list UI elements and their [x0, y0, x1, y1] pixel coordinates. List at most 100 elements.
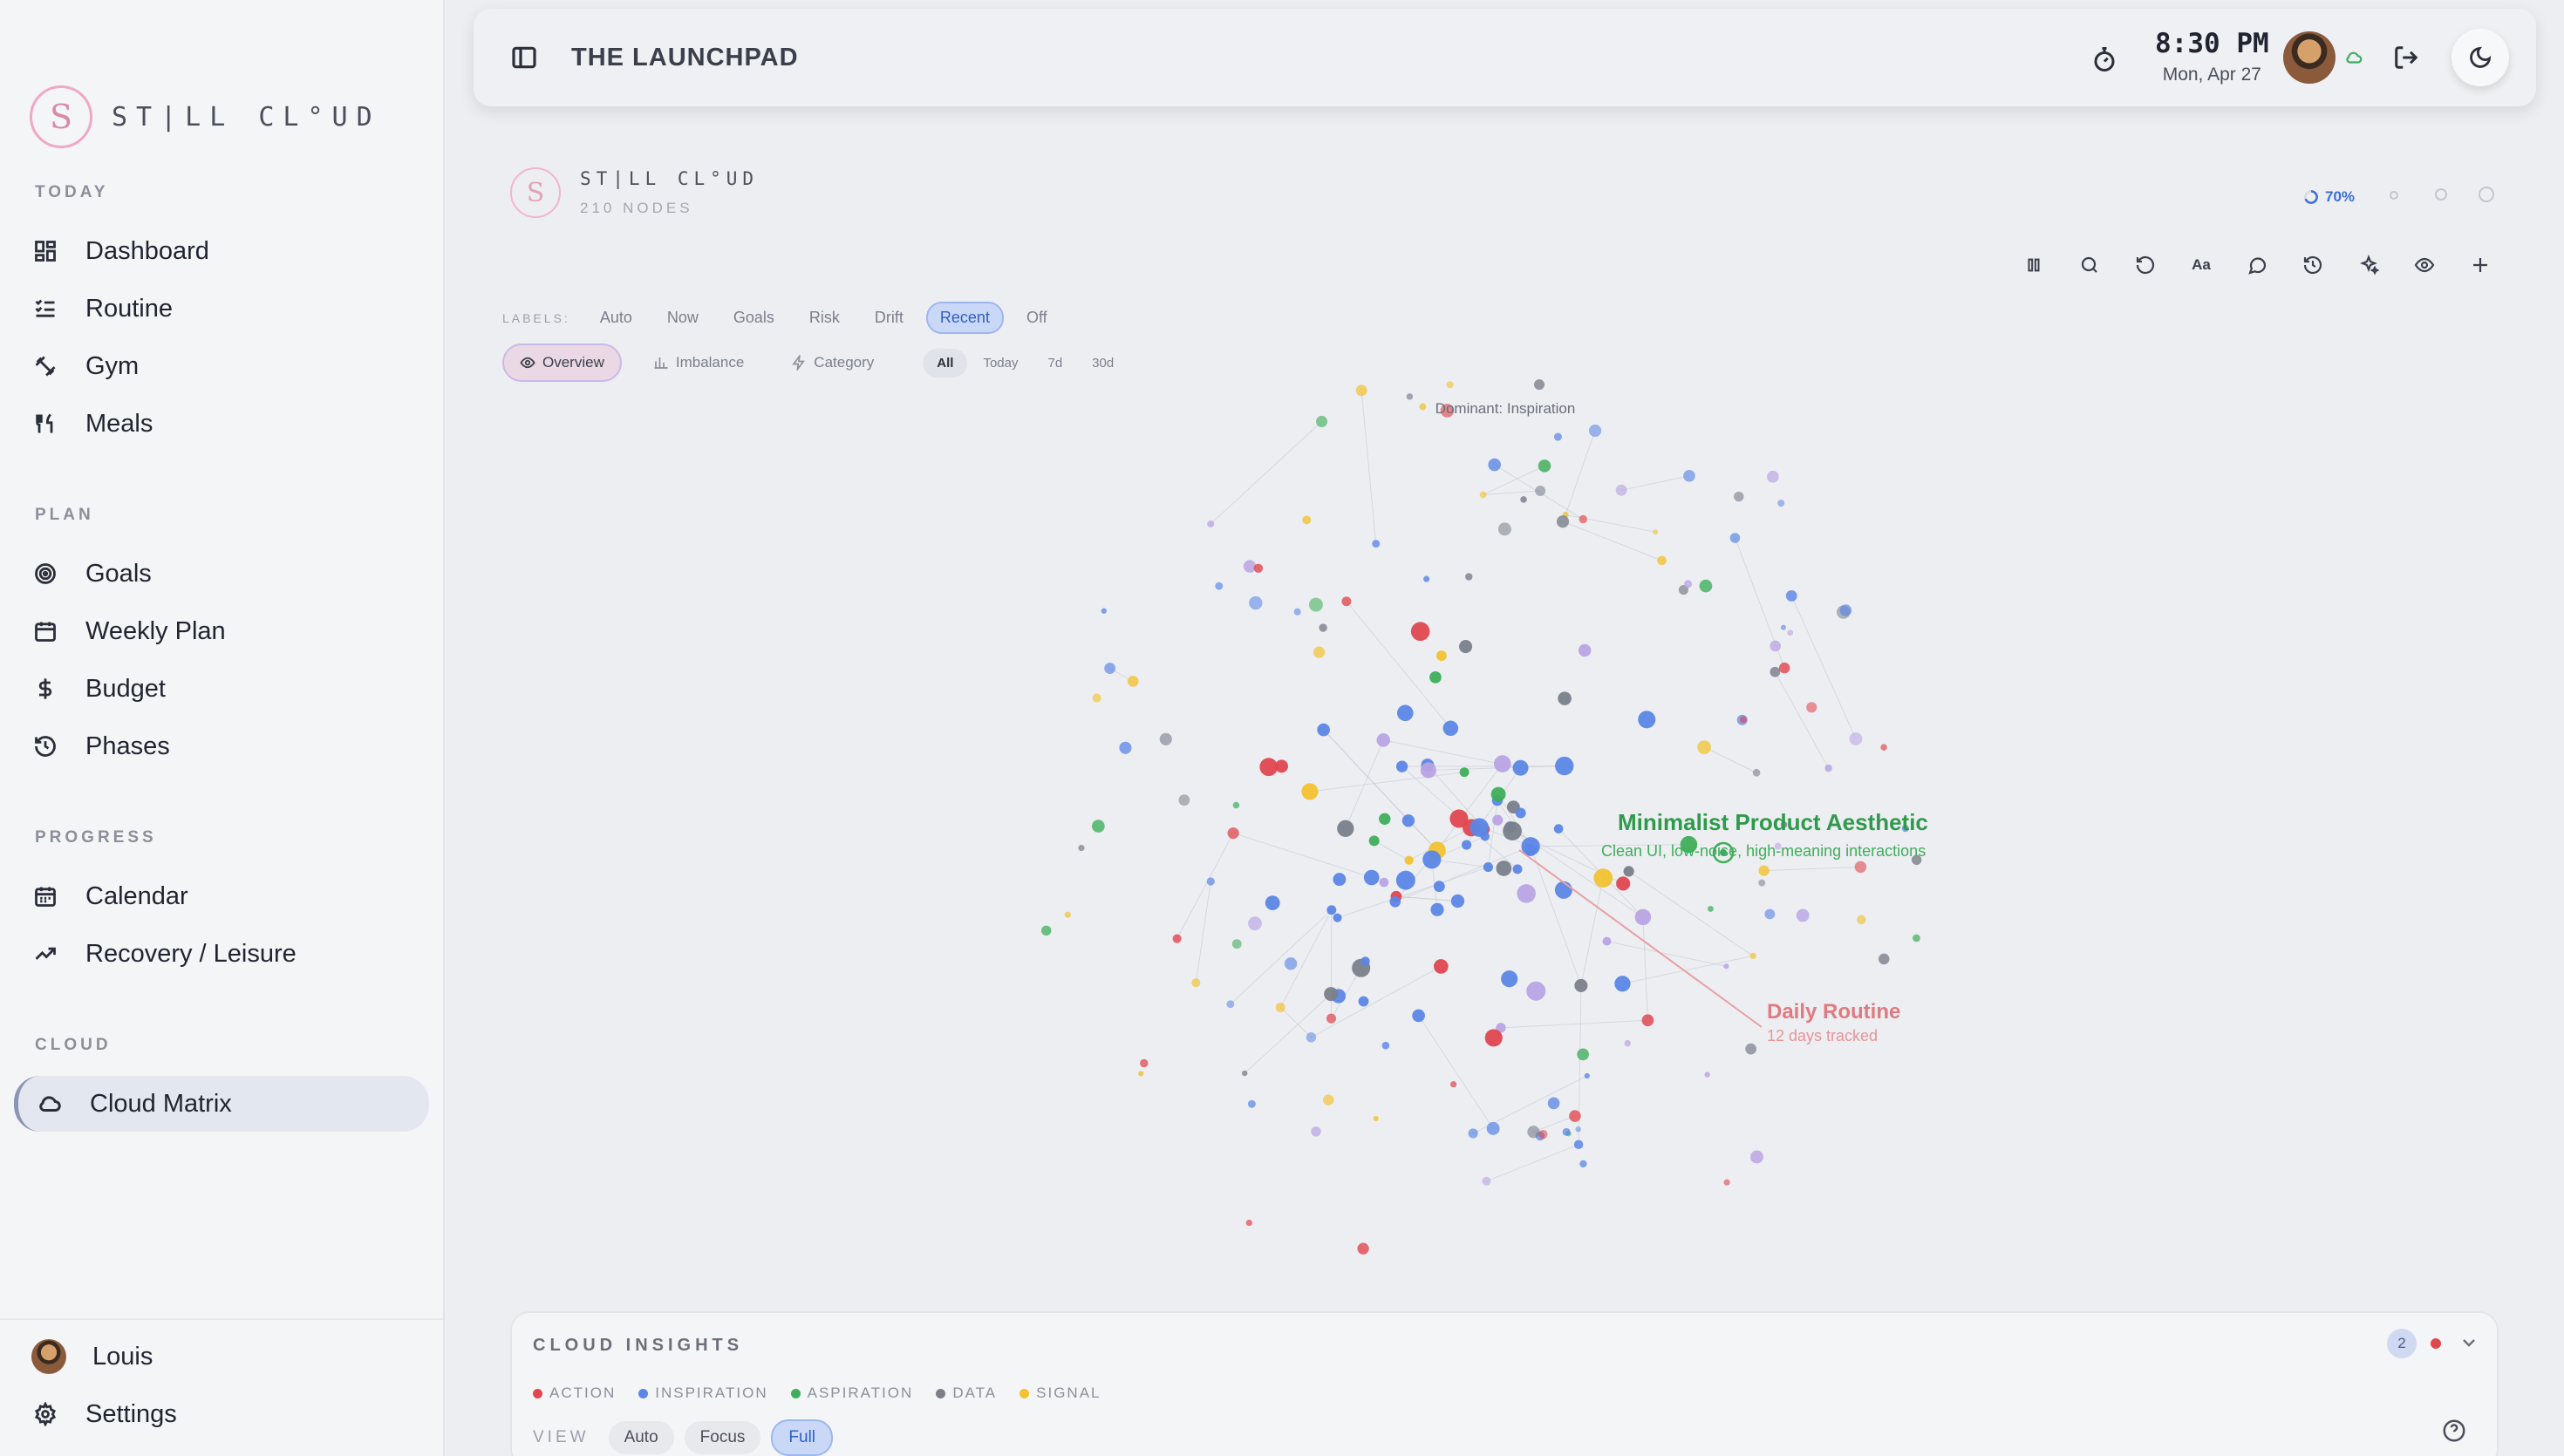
graph-node[interactable] — [1479, 491, 1487, 499]
graph-node[interactable] — [1401, 814, 1415, 827]
theme-toggle-button[interactable] — [2451, 29, 2509, 86]
graph-node[interactable] — [1880, 744, 1887, 752]
graph-node[interactable] — [1758, 865, 1770, 876]
graph-node[interactable] — [1517, 884, 1536, 903]
graph-node[interactable] — [1459, 640, 1473, 654]
graph-node[interactable] — [1249, 595, 1263, 610]
graph-node[interactable] — [1434, 959, 1449, 974]
graph-node[interactable] — [1172, 934, 1182, 943]
graph-node[interactable] — [1497, 522, 1511, 536]
graph-node[interactable] — [1839, 604, 1852, 616]
sidebar-item-settings[interactable]: Settings — [14, 1386, 429, 1442]
graph-node[interactable] — [1734, 491, 1744, 502]
graph-node[interactable] — [1764, 908, 1776, 920]
graph-node[interactable] — [1503, 821, 1522, 841]
graph-node[interactable] — [1232, 801, 1240, 809]
graph-node[interactable] — [1333, 913, 1342, 922]
graph-node[interactable] — [1558, 691, 1572, 705]
graph-node[interactable] — [1092, 820, 1105, 833]
sidebar-item-meals[interactable]: Meals — [14, 396, 429, 452]
graph-node[interactable] — [1284, 957, 1298, 970]
graph-node[interactable] — [1569, 1110, 1581, 1122]
sparkles-icon[interactable] — [2356, 253, 2381, 277]
graph-node[interactable] — [1326, 905, 1337, 915]
graph-node[interactable] — [1501, 970, 1518, 988]
sidebar-item-budget[interactable]: Budget — [14, 661, 429, 717]
graph-node[interactable] — [1770, 640, 1782, 652]
plus-icon[interactable] — [2468, 253, 2492, 277]
graph-node[interactable] — [1849, 732, 1863, 745]
graph-node[interactable] — [1324, 987, 1339, 1002]
graph-node[interactable] — [1373, 1115, 1379, 1121]
graph-node[interactable] — [1577, 1048, 1589, 1061]
graph-node[interactable] — [1857, 915, 1866, 925]
graph-node[interactable] — [1419, 403, 1427, 411]
graph-node[interactable] — [1341, 596, 1352, 607]
graph-node[interactable] — [1574, 978, 1588, 992]
graph-node[interactable] — [1207, 520, 1215, 527]
graph-node[interactable] — [1368, 835, 1380, 847]
graph-node[interactable] — [1824, 764, 1832, 772]
insights-view-full[interactable]: Full — [771, 1419, 834, 1456]
graph-node[interactable] — [1275, 1003, 1285, 1013]
graph-node[interactable] — [1301, 783, 1319, 800]
graph-node[interactable] — [1758, 879, 1766, 887]
graph-node[interactable] — [1406, 393, 1414, 400]
graph-node[interactable] — [1127, 676, 1139, 687]
sidebar-item-dashboard[interactable]: Dashboard — [14, 223, 429, 279]
graph-node[interactable] — [1064, 911, 1071, 918]
graph-node[interactable] — [1248, 916, 1262, 931]
graph-node[interactable] — [1449, 1081, 1457, 1088]
timer-icon[interactable] — [2089, 44, 2120, 75]
graph-node[interactable] — [1462, 840, 1472, 850]
graph-node[interactable] — [1243, 560, 1257, 573]
eye-icon[interactable] — [2412, 253, 2437, 277]
graph-node[interactable] — [1573, 1140, 1584, 1150]
graph-node[interactable] — [1624, 1039, 1632, 1047]
graph-node[interactable] — [1119, 741, 1132, 754]
graph-node[interactable] — [1412, 1009, 1425, 1023]
graph-node[interactable] — [1138, 1071, 1144, 1077]
graph-node[interactable] — [1623, 866, 1634, 877]
sidebar-item-routine[interactable]: Routine — [14, 281, 429, 337]
brand[interactable]: S ST|LL CL°UD — [30, 85, 381, 148]
density-low-icon[interactable] — [2390, 191, 2398, 200]
graph-node[interactable] — [1316, 415, 1328, 428]
graph-node[interactable] — [1450, 894, 1465, 908]
pause-icon[interactable] — [2022, 253, 2046, 277]
search-icon[interactable] — [2077, 253, 2102, 277]
graph-node[interactable] — [1512, 864, 1523, 874]
label-chip-goals[interactable]: Goals — [721, 303, 787, 332]
graph-node[interactable] — [1602, 936, 1612, 946]
cloud-matrix-graph[interactable]: Dominant: Inspiration Minimalist Product… — [959, 340, 1971, 1290]
graph-node[interactable] — [1657, 555, 1667, 566]
graph-node[interactable] — [1178, 794, 1190, 806]
graph-node[interactable] — [1653, 529, 1659, 535]
graph-node[interactable] — [1319, 623, 1327, 632]
graph-node[interactable] — [1468, 1128, 1478, 1139]
graph-node[interactable] — [1579, 514, 1587, 524]
graph-node[interactable] — [1534, 379, 1545, 391]
graph-node[interactable] — [1778, 662, 1790, 674]
graph-node[interactable] — [1729, 533, 1741, 543]
label-chip-recent[interactable]: Recent — [925, 302, 1004, 334]
graph-node[interactable] — [1787, 629, 1794, 636]
graph-node[interactable] — [1245, 1219, 1252, 1227]
graph-node[interactable] — [1227, 827, 1239, 840]
sidebar-item-recovery-leisure[interactable]: Recovery / Leisure — [14, 926, 429, 982]
graph-node[interactable] — [1538, 459, 1551, 473]
graph-node[interactable] — [1526, 981, 1546, 1001]
sidebar-item-goals[interactable]: Goals — [14, 546, 429, 602]
graph-node[interactable] — [1515, 807, 1526, 819]
graph-node[interactable] — [1355, 384, 1367, 397]
graph-node[interactable] — [1215, 582, 1224, 590]
graph-node[interactable] — [1206, 877, 1215, 886]
graph-node[interactable] — [1588, 424, 1602, 438]
graph-node[interactable] — [1396, 704, 1414, 722]
graph-node[interactable] — [1480, 832, 1490, 841]
graph-node[interactable] — [1683, 469, 1695, 482]
graph-node[interactable] — [1357, 1242, 1369, 1255]
graph-node[interactable] — [1078, 844, 1085, 852]
graph-node[interactable] — [1389, 895, 1401, 908]
label-chip-auto[interactable]: Auto — [588, 303, 644, 332]
